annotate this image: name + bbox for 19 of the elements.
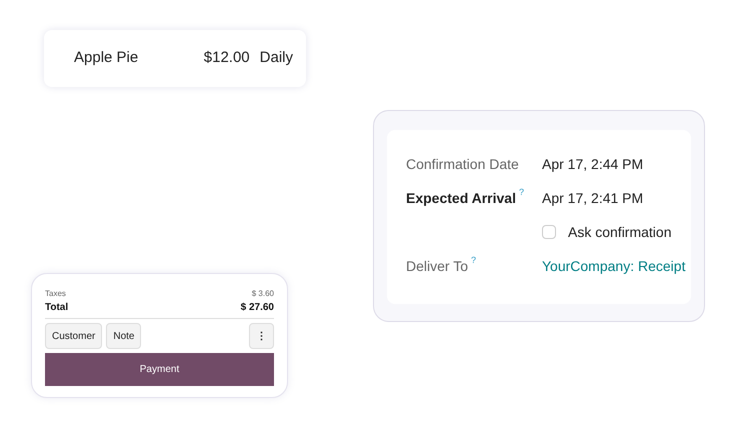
taxes-label: Taxes	[45, 288, 66, 300]
field-label: Expected Arrival	[406, 188, 516, 208]
checkbox[interactable]	[542, 225, 556, 239]
field-label: Deliver To	[406, 256, 468, 276]
action-button[interactable]: Customer	[45, 323, 102, 349]
product-name: Apple Pie	[74, 48, 140, 68]
total-value: $ 27.60	[240, 301, 274, 315]
more-button[interactable]: ⋮	[249, 323, 274, 349]
product-price: $12.00	[204, 48, 250, 68]
field-label: Confirmation Date	[406, 154, 519, 174]
field-link[interactable]: YourCompany: Receipt	[542, 256, 686, 276]
product-frequency: Daily	[260, 48, 293, 68]
payment-button[interactable]: Payment	[45, 353, 274, 386]
action-button[interactable]: Note	[106, 323, 142, 349]
taxes-value: $ 3.60	[252, 288, 274, 300]
field-value: Apr 17, 2:41 PM	[542, 188, 644, 208]
total-label: Total	[45, 301, 68, 315]
field-value: Apr 17, 2:44 PM	[542, 154, 644, 174]
checkbox-label: Ask confirmation	[568, 222, 672, 242]
